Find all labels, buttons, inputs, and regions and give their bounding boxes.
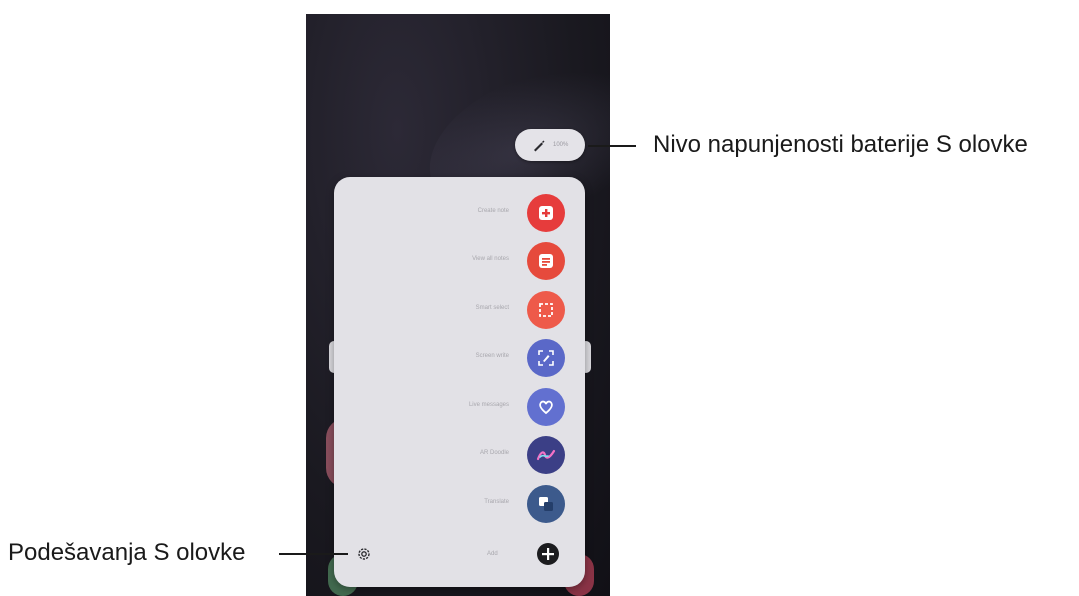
spen-battery-indicator: 100% xyxy=(515,129,585,161)
air-command-item-ar-doodle[interactable]: AR Doodle xyxy=(334,435,585,475)
battery-percentage: 100% xyxy=(553,142,569,148)
settings-callout-label: Podešavanja S olovke xyxy=(8,539,246,566)
battery-callout-label: Nivo napunjenosti baterije S olovke xyxy=(653,131,1028,158)
air-command-item-smart-select[interactable]: Smart select xyxy=(334,290,585,330)
item-label: Translate xyxy=(484,499,509,505)
smart-select-icon xyxy=(527,291,565,329)
settings-callout-line xyxy=(279,553,348,555)
item-label: Create note xyxy=(477,208,509,214)
live-messages-icon xyxy=(527,388,565,426)
air-command-item-live-messages[interactable]: Live messages xyxy=(334,387,585,427)
air-command-item-view-notes[interactable]: View all notes xyxy=(334,241,585,281)
air-command-panel: Create note View all notes Smart select xyxy=(334,177,585,587)
battery-callout-line xyxy=(588,145,636,147)
air-command-item-screen-write[interactable]: Screen write xyxy=(334,338,585,378)
item-label: AR Doodle xyxy=(479,450,509,456)
item-label: Smart select xyxy=(475,305,509,311)
plus-icon xyxy=(537,543,559,565)
view-notes-icon xyxy=(527,242,565,280)
item-label: Screen write xyxy=(475,353,509,359)
ar-doodle-icon xyxy=(527,436,565,474)
air-command-item-create-note[interactable]: Create note xyxy=(334,193,585,233)
item-label: View all notes xyxy=(472,256,509,262)
item-label: Live messages xyxy=(468,402,509,408)
create-note-icon xyxy=(527,194,565,232)
air-command-item-translate[interactable]: Translate xyxy=(334,484,585,524)
add-shortcut-label: Add xyxy=(487,551,498,557)
add-shortcut-button[interactable] xyxy=(536,542,560,566)
pen-icon xyxy=(534,140,545,152)
gear-icon xyxy=(358,548,370,560)
screen-write-icon xyxy=(527,339,565,377)
spen-settings-button[interactable] xyxy=(354,544,374,564)
translate-icon xyxy=(527,485,565,523)
